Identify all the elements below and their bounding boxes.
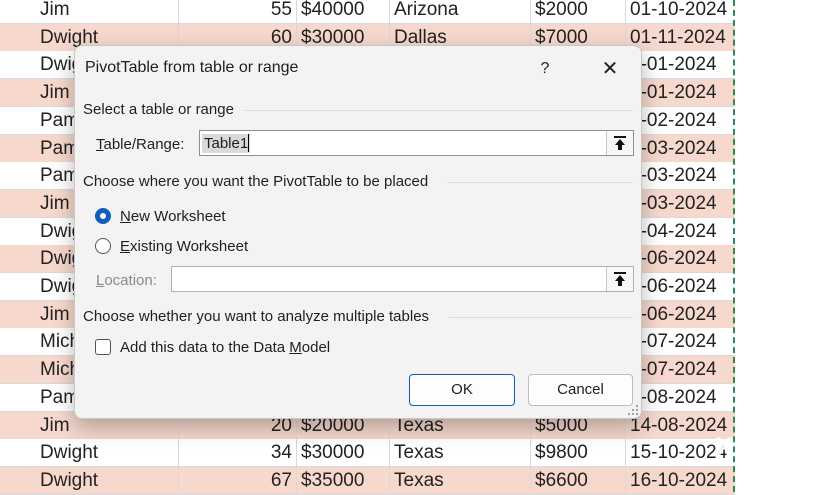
select-range-section-label: Select a table or range <box>83 101 234 118</box>
cell-date[interactable]: 4-03-2024 <box>626 135 735 163</box>
table-range-input[interactable]: Table1 <box>199 130 634 156</box>
cell-date[interactable]: 1-01-2024 <box>626 51 735 79</box>
cell-city[interactable]: Texas <box>390 466 531 495</box>
data-model-label[interactable]: Add this data to the Data Model <box>120 339 330 356</box>
cell-age[interactable]: 34 <box>179 439 297 468</box>
dialog-title: PivotTable from table or range <box>85 59 299 76</box>
cell-date[interactable]: 5-03-2024 <box>626 162 735 190</box>
cell-date[interactable]: 01-11-2024 <box>626 24 735 52</box>
cell-age[interactable]: 67 <box>179 466 297 495</box>
cell-age[interactable]: 55 <box>179 0 297 24</box>
table-range-label: Table/Range: <box>96 136 185 153</box>
cell-date[interactable]: 3-02-2024 <box>626 107 735 135</box>
cell-date[interactable]: 2-07-2024 <box>626 356 735 384</box>
range-picker-button[interactable] <box>606 131 633 155</box>
cell-date[interactable]: 6-03-2024 <box>626 190 735 218</box>
cell-date[interactable]: 7-04-2024 <box>626 218 735 246</box>
watermark-logo: XDA <box>715 433 778 461</box>
cell-date[interactable]: 0-06-2024 <box>626 301 735 329</box>
cell-city[interactable]: Arizona <box>390 0 531 24</box>
cell-date[interactable]: 9-06-2024 <box>626 273 735 301</box>
table-range-value: Table1 <box>202 134 251 153</box>
ok-button[interactable]: OK <box>409 374 515 406</box>
cell-name[interactable]: Jim <box>36 0 179 24</box>
cell-name[interactable]: Dwight <box>36 466 179 495</box>
resize-grip-icon[interactable] <box>627 404 639 416</box>
cell-salary[interactable]: $40000 <box>297 0 390 24</box>
existing-worksheet-label[interactable]: Existing Worksheet <box>120 238 248 255</box>
section-divider <box>447 182 633 183</box>
copy-selection-border <box>733 0 735 492</box>
cell-date[interactable]: 16-10-2024 <box>626 467 735 495</box>
table-row: Jim 55 $40000 Arizona $2000 01-10-2024 <box>0 0 735 24</box>
location-label: Location: <box>96 272 157 289</box>
cell-city[interactable]: Texas <box>390 439 531 468</box>
collapse-dialog-icon <box>614 136 626 150</box>
cell-date[interactable]: 3-08-2024 <box>626 384 735 412</box>
cell-date[interactable]: 1-07-2024 <box>626 328 735 356</box>
location-picker-button[interactable] <box>606 267 633 291</box>
cell-date[interactable]: 2-01-2024 <box>626 79 735 107</box>
close-button[interactable]: ✕ <box>595 54 625 84</box>
multi-table-section-label: Choose whether you want to analyze multi… <box>83 308 430 325</box>
help-button[interactable]: ? <box>531 56 559 82</box>
cell-salary[interactable]: $35000 <box>297 466 390 495</box>
section-divider <box>245 110 633 111</box>
table-row: Dwight 67 $35000 Texas $6600 16-10-2024 <box>0 466 735 495</box>
table-row: Dwight 34 $30000 Texas $9800 15-10-2024 <box>0 439 735 468</box>
existing-worksheet-radio[interactable] <box>95 238 111 254</box>
cell-amount[interactable]: $6600 <box>531 466 626 495</box>
collapse-dialog-icon <box>614 272 626 286</box>
cell-amount[interactable]: $9800 <box>531 439 626 468</box>
cell-date[interactable]: 01-10-2024 <box>626 0 735 24</box>
location-input[interactable] <box>171 266 634 292</box>
cell-name[interactable]: Dwight <box>36 439 179 468</box>
data-model-checkbox[interactable] <box>95 339 111 355</box>
text-caret <box>248 134 249 152</box>
pivottable-dialog: PivotTable from table or range ? ✕ Selec… <box>74 45 642 419</box>
cell-salary[interactable]: $30000 <box>297 439 390 468</box>
placement-section-label: Choose where you want the PivotTable to … <box>83 173 429 190</box>
new-worksheet-radio[interactable] <box>95 208 111 224</box>
cell-amount[interactable]: $2000 <box>531 0 626 24</box>
cancel-button[interactable]: Cancel <box>528 374 633 406</box>
new-worksheet-label[interactable]: New Worksheet <box>120 208 226 225</box>
cell-date[interactable]: 8-06-2024 <box>626 245 735 273</box>
section-divider <box>449 317 633 318</box>
